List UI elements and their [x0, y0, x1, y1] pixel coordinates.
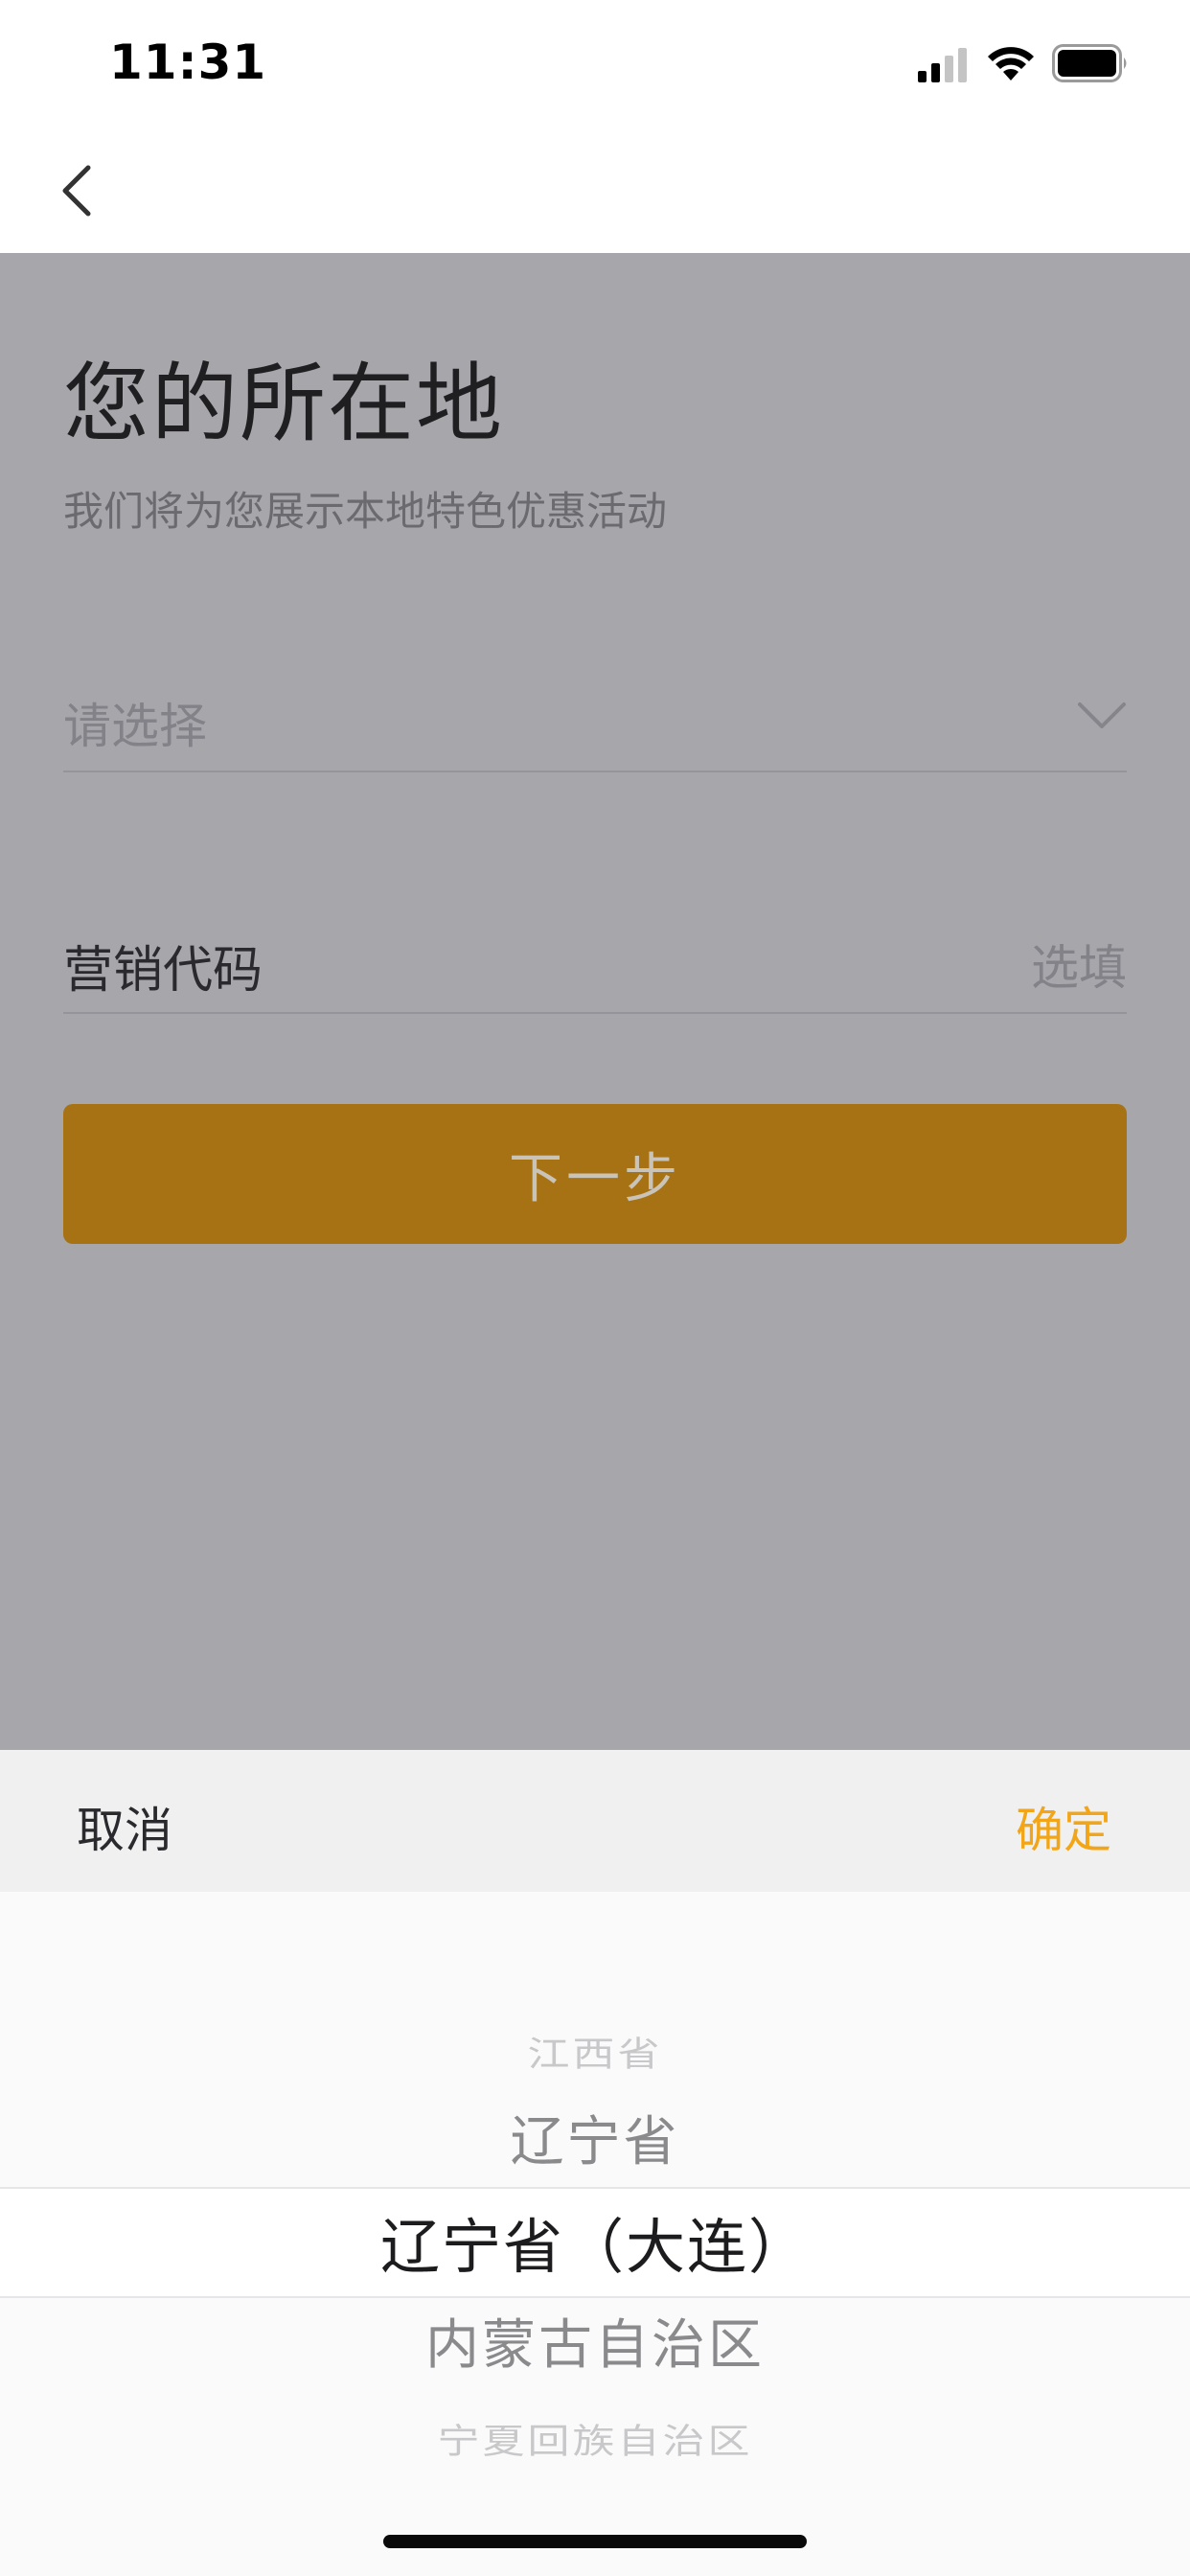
nav-bar: [0, 126, 1190, 253]
picker-option[interactable]: 辽宁省: [0, 2099, 1190, 2176]
signal-icon: [918, 48, 967, 82]
battery-icon: [1052, 44, 1127, 82]
home-indicator[interactable]: [383, 2535, 807, 2548]
picker-option[interactable]: 宁夏回族自治区: [0, 2413, 1190, 2463]
region-select[interactable]: 请选择: [63, 656, 1127, 772]
page-content-dimmed: 您的所在地 我们将为您展示本地特色优惠活动 请选择 营销代码 选填 下一步: [0, 253, 1190, 1750]
chevron-down-icon: [1078, 702, 1126, 728]
page-title: 您的所在地: [63, 354, 504, 454]
wifi-icon: [988, 47, 1034, 80]
picker-option-selected[interactable]: 辽宁省（大连）: [0, 2198, 1190, 2285]
picker-option[interactable]: 内蒙古自治区: [0, 2302, 1190, 2380]
next-step-button[interactable]: 下一步: [63, 1104, 1127, 1244]
marketing-code-row: 营销代码 选填: [63, 897, 1127, 1014]
cancel-button[interactable]: 取消: [77, 1792, 172, 1861]
region-picker-wheel[interactable]: 江西省 辽宁省 辽宁省（大连） 内蒙古自治区 宁夏回族自治区: [0, 1892, 1190, 2576]
marketing-code-label: 营销代码: [63, 942, 263, 1000]
status-bar: 11:31: [0, 0, 1190, 126]
page-subtitle: 我们将为您展示本地特色优惠活动: [63, 488, 668, 535]
status-time: 11:31: [109, 34, 267, 90]
confirm-button[interactable]: 确定: [1016, 1792, 1111, 1861]
picker-option[interactable]: 江西省: [0, 2026, 1190, 2076]
screen: 11:31 您的所在地 我们将为您展示本地特色优惠活动 请选择 营销代码 选填 …: [0, 0, 1190, 2576]
back-chevron-icon[interactable]: [54, 160, 102, 221]
region-select-placeholder: 请选择: [63, 699, 207, 754]
picker-toolbar: 取消 确定: [0, 1750, 1190, 1892]
marketing-code-input[interactable]: 选填: [1031, 930, 1127, 999]
